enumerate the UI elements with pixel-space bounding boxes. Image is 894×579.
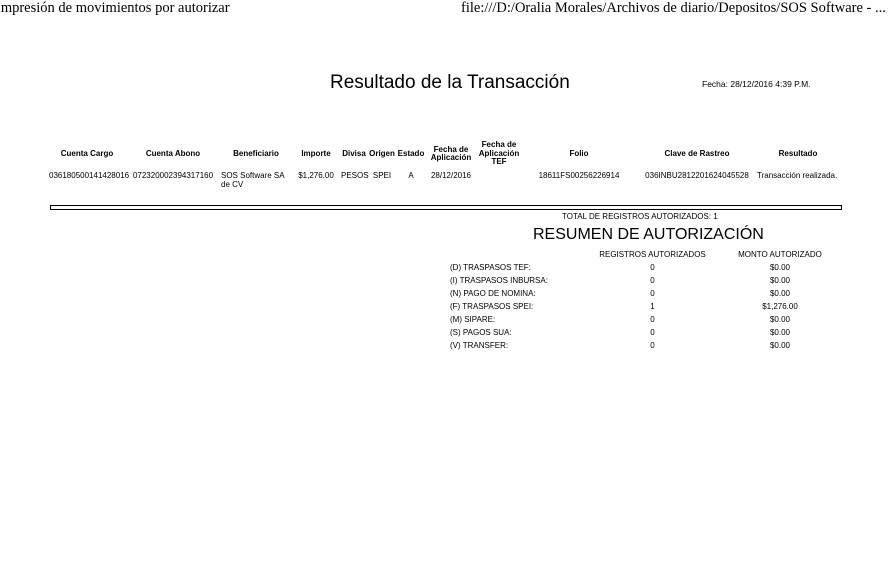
summary-registros: 0 [650, 328, 655, 337]
col-divisa: Divisa [342, 148, 366, 158]
separator-bar [50, 205, 842, 210]
transactions-table: Cuenta Cargo Cuenta Abono Beneficiario I… [49, 140, 839, 189]
summary-label: (D) TRASPASOS TEF: [450, 263, 531, 272]
summary-label: (I) TRASPASOS INBURSA: [450, 276, 548, 285]
col-clave-rastreo: Clave de Rastreo [664, 148, 730, 158]
summary-label: (V) TRANSFER: [450, 341, 509, 350]
cell-fecha-aplicacion-tef [477, 168, 521, 189]
table-row: 036180500141428016 072320002394317160 SO… [49, 168, 839, 189]
summary-title: RESUMEN DE AUTORIZACIÓN [533, 226, 764, 243]
summary-registros: 0 [650, 315, 655, 324]
summary-header-row: REGISTROS AUTORIZADOS MONTO AUTORIZADO [450, 248, 840, 261]
col-fecha-aplicacion: Fecha de Aplicación [430, 144, 472, 162]
col-origen: Origen [369, 148, 395, 158]
summary-registros: 0 [650, 341, 655, 350]
cell-cuenta-abono: 072320002394317160 [132, 171, 214, 180]
transactions-header-row: Cuenta Cargo Cuenta Abono Beneficiario I… [49, 140, 839, 168]
summary-row: (F) TRASPASOS SPEI: 1 $1,276.00 [450, 300, 840, 313]
cell-fecha-aplicacion: 28/12/2016 [430, 171, 472, 180]
total-registros: TOTAL DE REGISTROS AUTORIZADOS: 1 [562, 212, 718, 221]
summary-row: (D) TRASPASOS TEF: 0 $0.00 [450, 261, 840, 274]
cell-estado: A [408, 171, 414, 180]
cell-clave-rastreo: 036INBU2812201624045528 [645, 171, 749, 180]
summary-registros: 1 [650, 302, 655, 311]
col-cuenta-abono: Cuenta Abono [145, 148, 201, 158]
summary-row: (V) TRANSFER: 0 $0.00 [450, 339, 840, 352]
summary-monto: $0.00 [769, 315, 791, 324]
col-folio: Folio [569, 148, 589, 158]
col-resultado: Resultado [778, 148, 818, 158]
cell-cuenta-cargo: 036180500141428016 [49, 171, 130, 180]
summary-table: REGISTROS AUTORIZADOS MONTO AUTORIZADO (… [450, 248, 840, 352]
col-monto-autorizado: MONTO AUTORIZADO [738, 250, 822, 259]
summary-registros: 0 [650, 263, 655, 272]
cell-divisa: PESOS [341, 171, 369, 180]
col-cuenta-cargo: Cuenta Cargo [60, 148, 114, 158]
summary-monto: $0.00 [769, 328, 791, 337]
col-fecha-aplicacion-tef: Fecha de Aplicación TEF [478, 140, 520, 167]
cell-resultado: Transacción realizada. [757, 171, 838, 180]
col-estado: Estado [397, 148, 425, 158]
summary-label: (N) PAGO DE NOMINA: [450, 289, 536, 298]
col-importe: Importe [301, 148, 331, 158]
report-title: Resultado de la Transacción [330, 72, 570, 93]
summary-label: (M) SIPARE: [450, 315, 496, 324]
summary-row: (I) TRASPASOS INBURSA: 0 $0.00 [450, 274, 840, 287]
summary-registros: 0 [650, 276, 655, 285]
summary-monto: $0.00 [769, 289, 791, 298]
summary-row: (S) PAGOS SUA: 0 $0.00 [450, 326, 840, 339]
summary-monto: $0.00 [769, 341, 791, 350]
summary-monto: $0.00 [769, 276, 791, 285]
summary-row: (N) PAGO DE NOMINA: 0 $0.00 [450, 287, 840, 300]
print-header-title: Impresión de movimientos por autorizar [0, 0, 230, 16]
summary-row: (M) SIPARE: 0 $0.00 [450, 313, 840, 326]
col-registros-autorizados: REGISTROS AUTORIZADOS [599, 250, 706, 259]
cell-beneficiario: SOS Software SA de CV [221, 171, 285, 189]
summary-registros: 0 [650, 289, 655, 298]
summary-monto: $0.00 [769, 263, 791, 272]
report-date: Fecha: 28/12/2016 4:39 P.M. [702, 79, 811, 89]
summary-label: (S) PAGOS SUA: [450, 328, 512, 337]
cell-importe: $1,276.00 [298, 171, 334, 180]
cell-folio: 18611FS00256226914 [538, 171, 620, 180]
summary-monto: $1,276.00 [762, 302, 798, 311]
cell-origen: SPEI [372, 171, 392, 180]
col-beneficiario: Beneficiario [233, 148, 279, 158]
summary-label: (F) TRASPASOS SPEI: [450, 302, 534, 311]
print-header-url: file:///D:/Oralia Morales/Archivos de di… [461, 0, 886, 16]
